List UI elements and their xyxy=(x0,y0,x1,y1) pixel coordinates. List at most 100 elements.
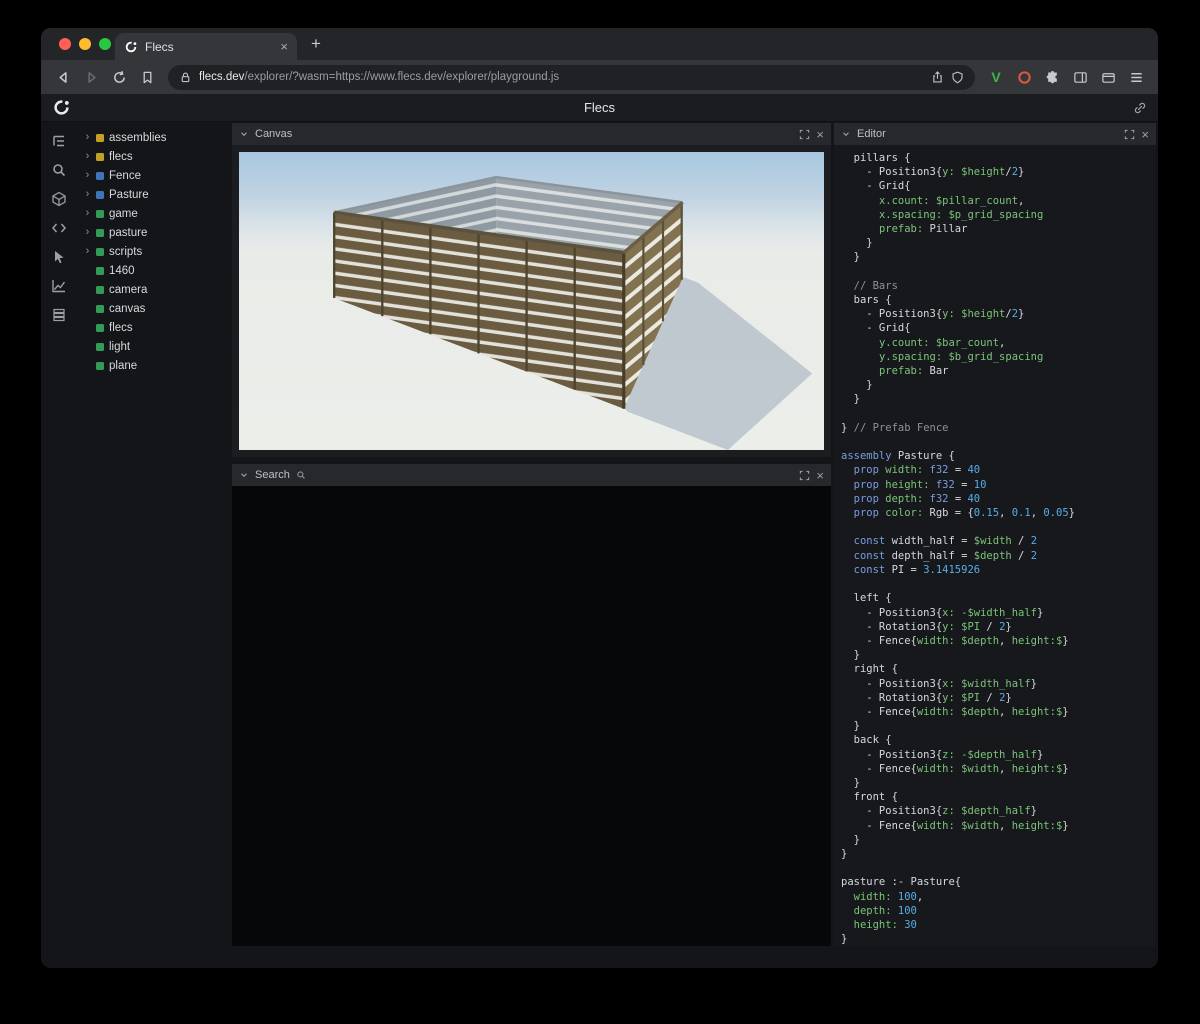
close-panel-icon[interactable]: × xyxy=(816,128,824,141)
chevron-down-icon[interactable] xyxy=(239,129,249,139)
link-icon[interactable] xyxy=(1133,101,1147,115)
tree-item-plane[interactable]: plane xyxy=(77,356,229,375)
close-panel-icon[interactable]: × xyxy=(1141,128,1149,141)
chevron-down-icon[interactable] xyxy=(841,129,851,139)
reload-button[interactable] xyxy=(106,64,132,90)
extensions-puzzle-icon[interactable] xyxy=(1039,64,1065,90)
expand-arrow-icon[interactable]: › xyxy=(84,246,91,257)
red-circle-extension-icon[interactable] xyxy=(1011,64,1037,90)
tree-item-Pasture[interactable]: ›Pasture xyxy=(77,185,229,204)
wallet-icon[interactable] xyxy=(1095,64,1121,90)
forward-button[interactable] xyxy=(78,64,104,90)
v-extension-icon[interactable]: V xyxy=(983,64,1009,90)
menu-icon[interactable] xyxy=(1123,64,1149,90)
expand-arrow-icon[interactable]: › xyxy=(84,132,91,143)
tree-item-assemblies[interactable]: › assemblies xyxy=(77,128,229,147)
code-line: } xyxy=(841,236,1156,250)
close-panel-icon[interactable]: × xyxy=(816,469,824,482)
tree-item-label: canvas xyxy=(109,303,145,315)
entity-kind-icon xyxy=(96,210,104,218)
fullscreen-icon[interactable] xyxy=(1124,129,1135,140)
traffic-lights xyxy=(59,38,111,50)
code-line: pillars { xyxy=(841,151,1156,165)
expand-arrow-icon[interactable]: › xyxy=(84,189,91,200)
minimize-window-button[interactable] xyxy=(79,38,91,50)
entity-kind-icon xyxy=(96,172,104,180)
bookmark-icon[interactable] xyxy=(134,64,160,90)
expand-arrow-icon[interactable]: › xyxy=(84,151,91,162)
code-line xyxy=(841,407,1156,421)
browser-tab[interactable]: Flecs × xyxy=(115,33,297,60)
tree-item-label: assemblies xyxy=(109,132,167,144)
code-line xyxy=(841,577,1156,591)
inspector-cursor-icon[interactable] xyxy=(51,249,67,265)
code-line xyxy=(841,861,1156,875)
tree-item-label: flecs xyxy=(109,322,133,334)
entity-kind-icon xyxy=(96,343,104,351)
url-bar[interactable]: flecs.dev/explorer/?wasm=https://www.fle… xyxy=(168,65,975,90)
code-icon[interactable] xyxy=(51,220,67,236)
app-header: Flecs xyxy=(41,94,1158,122)
back-button[interactable] xyxy=(50,64,76,90)
tree-item-game[interactable]: ›game xyxy=(77,204,229,223)
center-column: Canvas × xyxy=(232,123,831,946)
entity-kind-icon xyxy=(96,248,104,256)
main-content: › assemblies › flecs › Fence ›Pasture›game›pas… xyxy=(41,122,1158,968)
tab-close-icon[interactable]: × xyxy=(280,40,288,53)
tree-item-scripts[interactable]: ›scripts xyxy=(77,242,229,261)
code-line: - Position3{y: $height/2} xyxy=(841,165,1156,179)
entity-kind-icon xyxy=(96,267,104,275)
code-line: prefab: Pillar xyxy=(841,222,1156,236)
tree-item-Fence[interactable]: › Fence xyxy=(77,166,229,185)
editor-code[interactable]: pillars { - Position3{y: $height/2} - Gr… xyxy=(834,145,1156,946)
search-panel-title: Search xyxy=(255,469,290,481)
code-line: assembly Pasture { xyxy=(841,449,1156,463)
expand-arrow-icon[interactable]: › xyxy=(84,227,91,238)
statistics-chart-icon[interactable] xyxy=(51,278,67,294)
expand-arrow-icon[interactable]: › xyxy=(84,170,91,181)
entity-tree-icon[interactable] xyxy=(51,133,67,149)
code-line: prop color: Rgb = {0.15, 0.1, 0.05} xyxy=(841,506,1156,520)
lock-icon xyxy=(179,71,192,84)
tree-item-label: camera xyxy=(109,284,147,296)
brave-shield-icon[interactable] xyxy=(951,71,964,84)
canvas-3d-scene[interactable] xyxy=(239,152,824,450)
zoom-window-button[interactable] xyxy=(99,38,111,50)
tree-item-pasture[interactable]: ›pasture xyxy=(77,223,229,242)
code-line: } xyxy=(841,648,1156,662)
close-window-button[interactable] xyxy=(59,38,71,50)
fullscreen-icon[interactable] xyxy=(799,470,810,481)
expand-arrow-icon[interactable]: › xyxy=(84,208,91,219)
components-cube-icon[interactable] xyxy=(51,191,67,207)
tree-item-canvas[interactable]: canvas xyxy=(77,299,229,318)
code-line: bars { xyxy=(841,293,1156,307)
canvas-panel: Canvas × xyxy=(232,123,831,457)
fullscreen-icon[interactable] xyxy=(799,129,810,140)
share-icon[interactable] xyxy=(931,71,944,84)
canvas-panel-header: Canvas × xyxy=(232,123,831,145)
tree-item-1460[interactable]: 1460 xyxy=(77,261,229,280)
code-line: - Position3{x: -$width_half} xyxy=(841,606,1156,620)
sidebar-panel-icon[interactable] xyxy=(1067,64,1093,90)
search-panel: Search × xyxy=(232,464,831,946)
code-line: prop width: f32 = 40 xyxy=(841,463,1156,477)
entity-kind-icon xyxy=(96,229,104,237)
code-line: - Position3{x: $width_half} xyxy=(841,677,1156,691)
tree-item-flecs[interactable]: flecs xyxy=(77,318,229,337)
code-line: } // Prefab Fence xyxy=(841,421,1156,435)
query-search-icon[interactable] xyxy=(51,162,67,178)
tree-item-label: plane xyxy=(109,360,137,372)
tables-icon[interactable] xyxy=(51,307,67,323)
tree-item-light[interactable]: light xyxy=(77,337,229,356)
code-line: x.spacing: $p_grid_spacing xyxy=(841,208,1156,222)
canvas-panel-title: Canvas xyxy=(255,128,292,140)
code-line: x.count: $pillar_count, xyxy=(841,194,1156,208)
entity-kind-icon xyxy=(96,324,104,332)
tree-item-camera[interactable]: camera xyxy=(77,280,229,299)
new-tab-button[interactable]: + xyxy=(311,35,321,52)
tree-item-flecs[interactable]: › flecs xyxy=(77,147,229,166)
tree-item-label: flecs xyxy=(109,151,133,163)
code-line: const PI = 3.1415926 xyxy=(841,563,1156,577)
chevron-down-icon[interactable] xyxy=(239,470,249,480)
tree-item-label: Fence xyxy=(109,170,141,182)
